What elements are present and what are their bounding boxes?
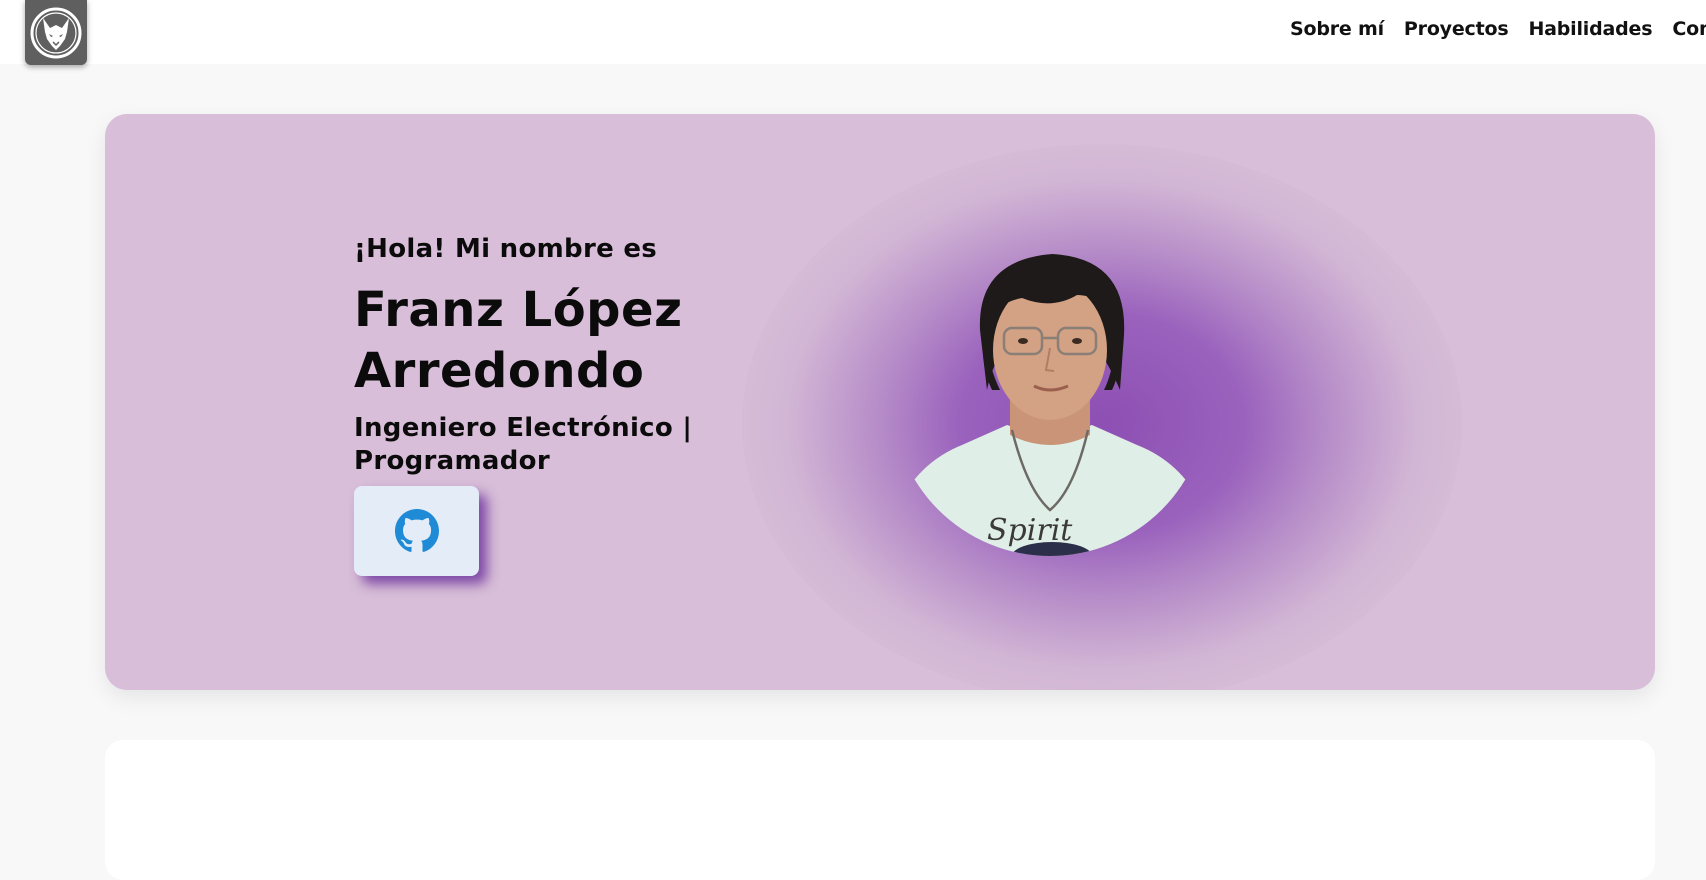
- profile-photo-illustration: Spirit: [892, 254, 1208, 556]
- profile-photo: Spirit: [892, 240, 1208, 556]
- next-section-card: [105, 740, 1655, 880]
- hero-greeting: ¡Hola! Mi nombre es: [354, 234, 658, 264]
- wolf-logo-icon: [30, 7, 82, 58]
- github-icon: [394, 509, 439, 552]
- hero-role: Ingeniero Electrónico | Programador: [354, 413, 693, 476]
- nav-link-habilidades[interactable]: Habilidades: [1528, 18, 1652, 40]
- nav-link-proyectos[interactable]: Proyectos: [1404, 18, 1509, 40]
- hero-section: ¡Hola! Mi nombre es Franz López Arredond…: [105, 114, 1655, 690]
- nav-link-contacto[interactable]: Contacto: [1672, 18, 1706, 40]
- top-navbar: Sobre mí Proyectos Habilidades Contacto: [0, 0, 1706, 65]
- nav-link-sobre-mi[interactable]: Sobre mí: [1290, 18, 1384, 40]
- site-logo[interactable]: [25, 0, 87, 65]
- github-button[interactable]: [354, 486, 479, 576]
- hero-name: Franz López Arredondo: [354, 282, 683, 399]
- main-nav: Sobre mí Proyectos Habilidades Contacto: [1290, 18, 1706, 40]
